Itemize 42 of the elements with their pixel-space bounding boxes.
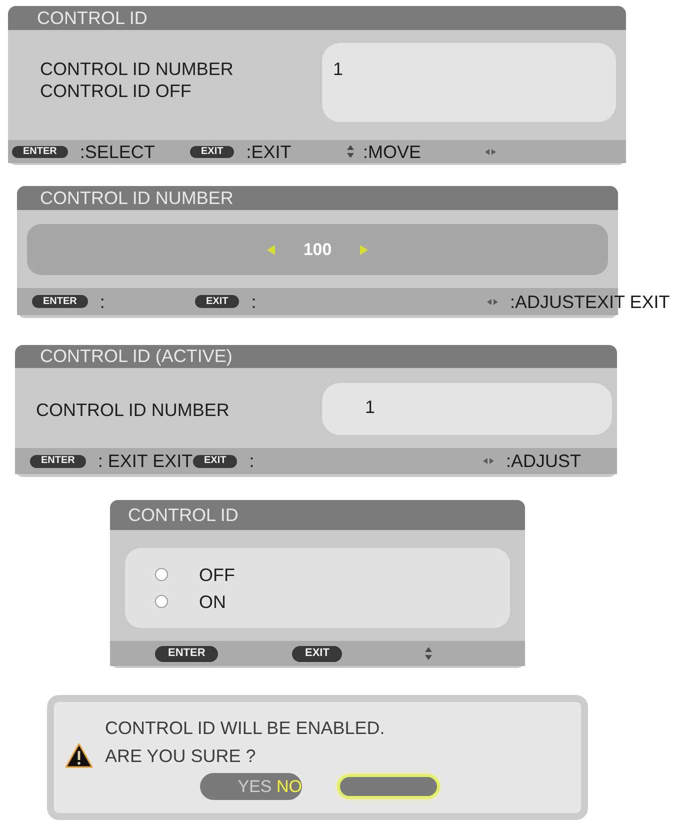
setting-label: CONTROL ID OFF <box>40 80 192 102</box>
key-badge: ENTER <box>32 295 88 308</box>
hint-text: : EXIT EXIT <box>98 452 193 470</box>
title-bar: CONTROL ID <box>8 6 626 30</box>
title-bar: CONTROL ID NUMBER <box>17 186 618 210</box>
warning-icon <box>65 743 93 768</box>
hint-text: :MOVE <box>363 142 422 160</box>
option-label: OFF <box>199 566 235 584</box>
key-badge: ENTER <box>12 146 68 158</box>
dialog-button[interactable] <box>337 774 440 799</box>
key-badge: EXIT <box>193 454 238 468</box>
setting-label: CONTROL ID NUMBER <box>40 58 234 80</box>
left-triangle-icon[interactable] <box>267 244 276 254</box>
hint-text: : <box>251 292 256 310</box>
hint-text: : <box>100 292 105 310</box>
up-down-arrows-icon <box>425 647 432 660</box>
title-bar: CONTROL ID (ACTIVE) <box>15 345 617 368</box>
value-field: 1 <box>322 383 612 435</box>
right-triangle-icon[interactable] <box>360 244 368 254</box>
title-bar: CONTROL ID <box>110 500 525 530</box>
key-badge: EXIT <box>292 646 342 662</box>
up-down-arrows-icon <box>347 145 354 158</box>
hint-text: :ADJUST <box>506 452 582 470</box>
setting-label: CONTROL ID NUMBER <box>36 399 230 421</box>
message-text: ARE YOU SURE ? <box>105 745 257 768</box>
hint-text: :EXIT <box>246 142 292 160</box>
left-right-arrows-icon <box>483 458 494 464</box>
key-badge: ENTER <box>30 454 86 468</box>
left-right-arrows-icon <box>487 298 498 304</box>
left-right-arrows-icon <box>485 148 496 154</box>
option-label: ON <box>199 592 226 610</box>
radio-button[interactable] <box>155 595 168 608</box>
key-badge: EXIT <box>190 146 234 158</box>
value-field: 1 <box>322 43 616 122</box>
hint-text: :SELECT <box>80 142 155 160</box>
key-badge: ENTER <box>155 646 218 662</box>
dialog-button[interactable]: YES NO <box>200 773 302 800</box>
message-text: CONTROL ID WILL BE ENABLED. <box>105 717 385 740</box>
radio-button[interactable] <box>155 568 168 581</box>
value-text: 100 <box>303 241 332 258</box>
key-badge: EXIT <box>195 295 240 308</box>
hint-text: : <box>249 452 254 470</box>
